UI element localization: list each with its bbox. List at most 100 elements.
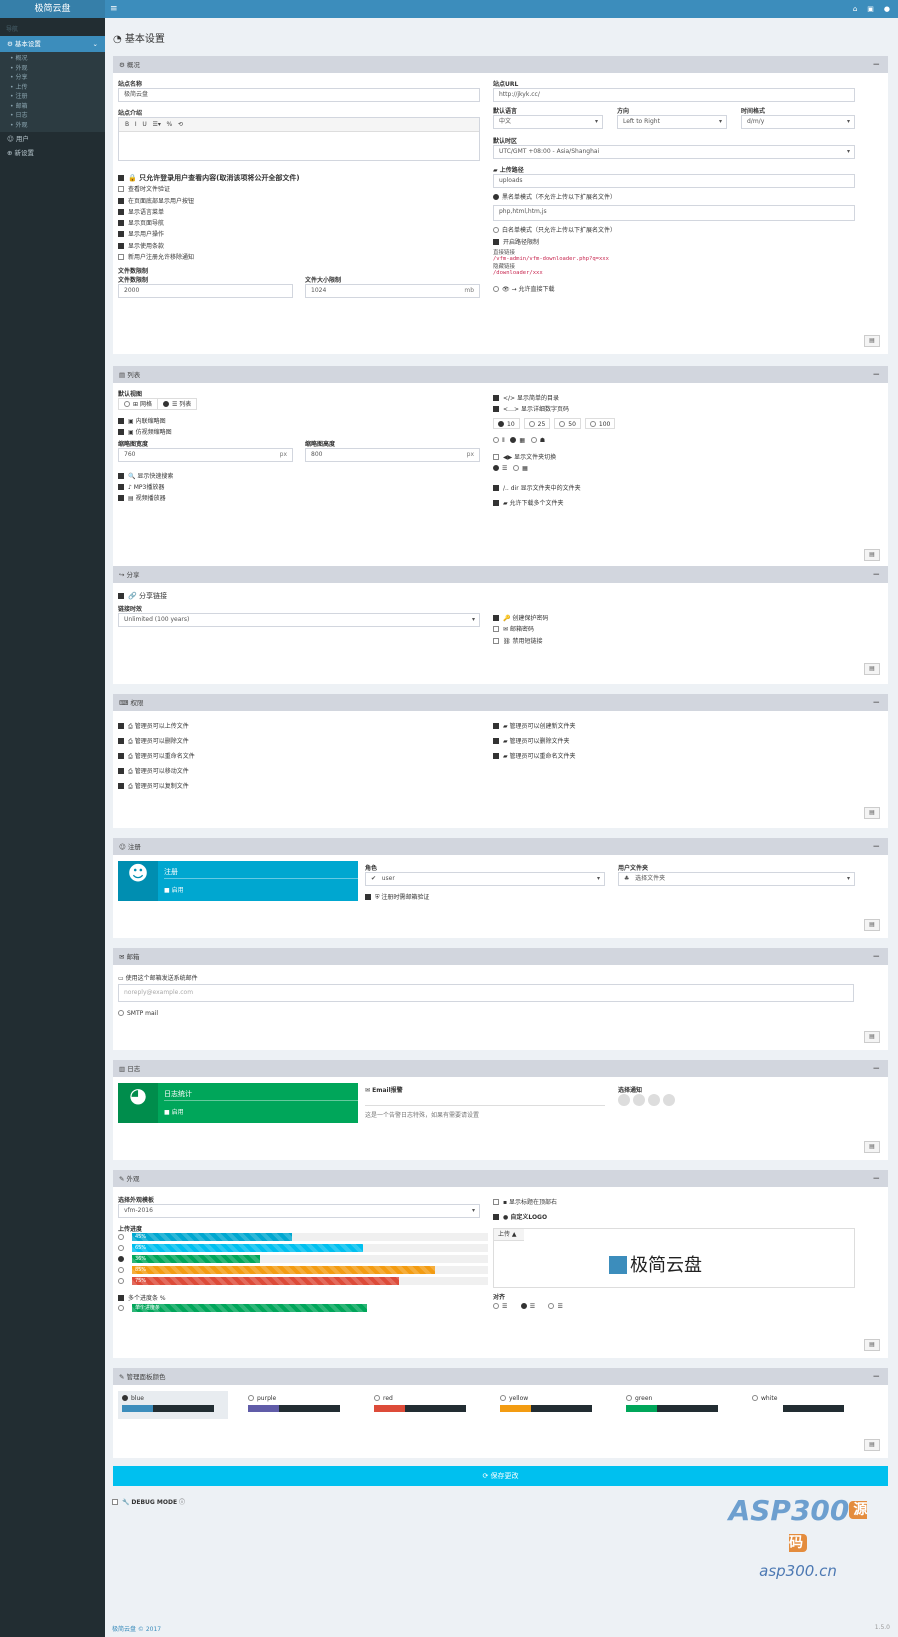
brand-logo[interactable]: 极简云盘 bbox=[0, 0, 105, 18]
save-icon[interactable]: ▤ bbox=[864, 663, 880, 675]
single-progress-row[interactable]: 单个进度条 bbox=[118, 1304, 480, 1313]
timezone-select[interactable]: UTC/GMT +08:00 - Asia/Shanghai bbox=[493, 145, 855, 159]
smtp-checkbox[interactable]: SMTP mail bbox=[118, 1008, 854, 1019]
perm-checkbox[interactable]: ▰ 管理员可以重命名文件夹 bbox=[493, 751, 855, 766]
perm-checkbox[interactable]: ⎙ 管理员可以上传文件 bbox=[118, 721, 480, 736]
time-select[interactable]: d/m/y bbox=[741, 115, 855, 129]
inline-thumbs-checkbox[interactable]: ▣ 内联缩略图 bbox=[118, 416, 480, 427]
sidebar-subitem[interactable]: • 邮箱 bbox=[0, 102, 105, 112]
view-toggle[interactable]: ⊞ 网格 ☰ 列表 bbox=[118, 398, 198, 410]
share-email-checkbox[interactable]: ✉ 邮箱密码 bbox=[493, 624, 855, 635]
custom-logo-checkbox[interactable]: ● 自定义LOGO bbox=[493, 1212, 855, 1223]
multi-download-checkbox[interactable]: ▰ 允许下载多个文件夹 bbox=[493, 498, 855, 509]
sidebar-subitem[interactable]: • 分享 bbox=[0, 73, 105, 83]
collapse-icon[interactable]: − bbox=[872, 57, 880, 73]
path-limit-checkbox[interactable]: 开启路径限制 bbox=[493, 237, 855, 248]
share-password-checkbox[interactable]: 🔑 创建保护密码 bbox=[493, 613, 855, 624]
expiry-select[interactable]: Unlimited (100 years) bbox=[118, 613, 480, 628]
grid-option[interactable]: ⊞ 网格 bbox=[119, 399, 157, 409]
site-desc-editor[interactable]: B I U ☰▾ % ⟲ bbox=[118, 117, 480, 161]
sidebar-item-users[interactable]: ☺ 用户 bbox=[0, 132, 105, 146]
collapse-icon[interactable]: − bbox=[872, 1171, 880, 1187]
color-swatch-red[interactable]: red bbox=[370, 1391, 480, 1419]
collapse-icon[interactable]: − bbox=[872, 1061, 880, 1077]
general-check[interactable]: 显示使用条款 bbox=[118, 241, 480, 252]
save-icon[interactable]: ▤ bbox=[864, 1031, 880, 1043]
save-icon[interactable]: ▤ bbox=[864, 807, 880, 819]
sidebar-subitem[interactable]: • 概况 bbox=[0, 54, 105, 64]
email-verify-checkbox[interactable]: ⛨ 注册时需邮箱验证 bbox=[365, 892, 605, 903]
collapse-icon[interactable]: − bbox=[872, 1369, 880, 1385]
general-check[interactable]: 在页面底部显示用户按钮 bbox=[118, 196, 480, 207]
color-swatch-white[interactable]: white bbox=[748, 1391, 858, 1419]
home-icon[interactable]: ⌂ bbox=[853, 0, 857, 18]
sidebar-subitem[interactable]: • 注册 bbox=[0, 92, 105, 102]
progress-style-radio[interactable] bbox=[118, 1245, 124, 1251]
color-swatch-blue[interactable]: blue bbox=[118, 1391, 228, 1419]
direct-download-radio[interactable]: 👁 → 允许直接下载 bbox=[493, 284, 855, 295]
notify-option-icon[interactable] bbox=[633, 1094, 645, 1106]
logo-upload-button[interactable]: 上传 ▲ bbox=[494, 1228, 524, 1241]
extensions-input[interactable]: php,html,htm,js bbox=[493, 205, 855, 222]
video-player-checkbox[interactable]: ▤ 视频播放器 bbox=[118, 493, 480, 504]
general-check[interactable]: 新用户注册允许移除通知 bbox=[118, 252, 480, 263]
collapse-icon[interactable]: − bbox=[872, 695, 880, 711]
user-icon[interactable]: ● bbox=[884, 0, 890, 18]
notify-option-icon[interactable] bbox=[663, 1094, 675, 1106]
sidebar-subitem[interactable]: • 外观 bbox=[0, 64, 105, 74]
progress-style-radio[interactable] bbox=[118, 1234, 124, 1240]
save-icon[interactable]: ▤ bbox=[864, 549, 880, 561]
list-option[interactable]: ☰ 列表 bbox=[156, 399, 196, 409]
sidebar-item-settings[interactable]: ⚙ 基本设置 ⌄ bbox=[0, 36, 105, 52]
page-size-option[interactable]: 50 bbox=[554, 417, 581, 429]
sidebar-item-new[interactable]: ⊕ 新设置 bbox=[0, 146, 105, 160]
editor-toolbar[interactable]: B I U ☰▾ % ⟲ bbox=[119, 118, 479, 132]
registration-tile[interactable]: ☻ 注册 ■ 启用 bbox=[118, 861, 358, 901]
mp3-checkbox[interactable]: ♪ MP3播放器 bbox=[118, 482, 480, 493]
notify-option-icon[interactable] bbox=[648, 1094, 660, 1106]
collapse-icon[interactable]: − bbox=[872, 567, 880, 583]
site-name-input[interactable]: 极简云盘 bbox=[118, 88, 480, 102]
debug-checkbox[interactable]: 🔧 DEBUG MODE ⓘ bbox=[112, 1497, 185, 1508]
folder-layout-options[interactable]: ☰ ▦ bbox=[493, 463, 855, 474]
email-alert-input[interactable] bbox=[365, 1094, 605, 1106]
sidebar-subitem[interactable]: • 上传 bbox=[0, 83, 105, 93]
perm-checkbox[interactable]: ⎙ 管理员可以删除文件 bbox=[118, 736, 480, 751]
sender-email-input[interactable]: noreply@example.com bbox=[118, 984, 854, 1003]
general-check[interactable]: 查看时文件验证 bbox=[118, 184, 480, 195]
sidebar-subitem[interactable]: • 外观 bbox=[0, 121, 105, 131]
log-tile[interactable]: ◕ 日志统计 ■ 启用 bbox=[118, 1083, 358, 1123]
folder-toggle-checkbox[interactable]: ◀▶ 显示文件夹切换 bbox=[493, 452, 855, 463]
sidebar-subitem[interactable]: • 日志 bbox=[0, 111, 105, 121]
icon-options[interactable]: ⦀ ▦ ☗ bbox=[493, 435, 855, 446]
progress-style-radio[interactable] bbox=[118, 1267, 124, 1273]
color-swatch-green[interactable]: green bbox=[622, 1391, 732, 1419]
notify-option-icon[interactable] bbox=[618, 1094, 630, 1106]
dir-select[interactable]: Left to Right bbox=[617, 115, 727, 129]
simple-dir-checkbox[interactable]: </> 显示简单的目录 bbox=[493, 393, 855, 404]
save-icon[interactable]: ▤ bbox=[864, 1339, 880, 1351]
page-size-option[interactable]: 25 bbox=[523, 417, 551, 429]
collapse-icon[interactable]: − bbox=[872, 839, 880, 855]
multi-progress-checkbox[interactable]: 多个进度条 % bbox=[118, 1293, 480, 1304]
blacklist-radio[interactable]: 黑名单模式（不允许上传以下扩展名文件） bbox=[493, 192, 855, 203]
general-check[interactable]: 显示页面导航 bbox=[118, 218, 480, 229]
save-icon[interactable]: ▤ bbox=[864, 1141, 880, 1153]
page-size-option[interactable]: 10 bbox=[493, 417, 520, 429]
progress-style-radio[interactable] bbox=[118, 1278, 124, 1284]
video-thumbs-checkbox[interactable]: ▣ 仿视频缩略图 bbox=[118, 427, 480, 438]
general-check[interactable]: 显示语言菜单 bbox=[118, 207, 480, 218]
short-link-checkbox[interactable]: ⛓ 禁用短链接 bbox=[493, 636, 855, 647]
show-folders-checkbox[interactable]: /.. dir 显示文件夹中的文件夹 bbox=[493, 483, 855, 494]
filesize-input[interactable]: 1024 mb bbox=[305, 284, 480, 299]
perm-checkbox[interactable]: ⎙ 管理员可以复制文件 bbox=[118, 781, 480, 796]
page-size-option[interactable]: 100 bbox=[584, 417, 616, 429]
progress-style-radio[interactable] bbox=[118, 1256, 124, 1262]
whitelist-radio[interactable]: 白名单模式（只允许上传以下扩展名文件） bbox=[493, 225, 855, 236]
page-numbers-checkbox[interactable]: <…> 显示详细数字页码 bbox=[493, 404, 855, 415]
perm-checkbox[interactable]: ▰ 管理员可以删除文件夹 bbox=[493, 736, 855, 751]
color-swatch-yellow[interactable]: yellow bbox=[496, 1391, 606, 1419]
files-limit-input[interactable]: 2000 bbox=[118, 284, 293, 299]
require-login-checkbox[interactable]: 🔒 只允许登录用户查看内容(取消该项将公开全部文件) bbox=[118, 173, 480, 184]
share-toggle-checkbox[interactable]: 🔗 分享链接 bbox=[118, 591, 480, 602]
